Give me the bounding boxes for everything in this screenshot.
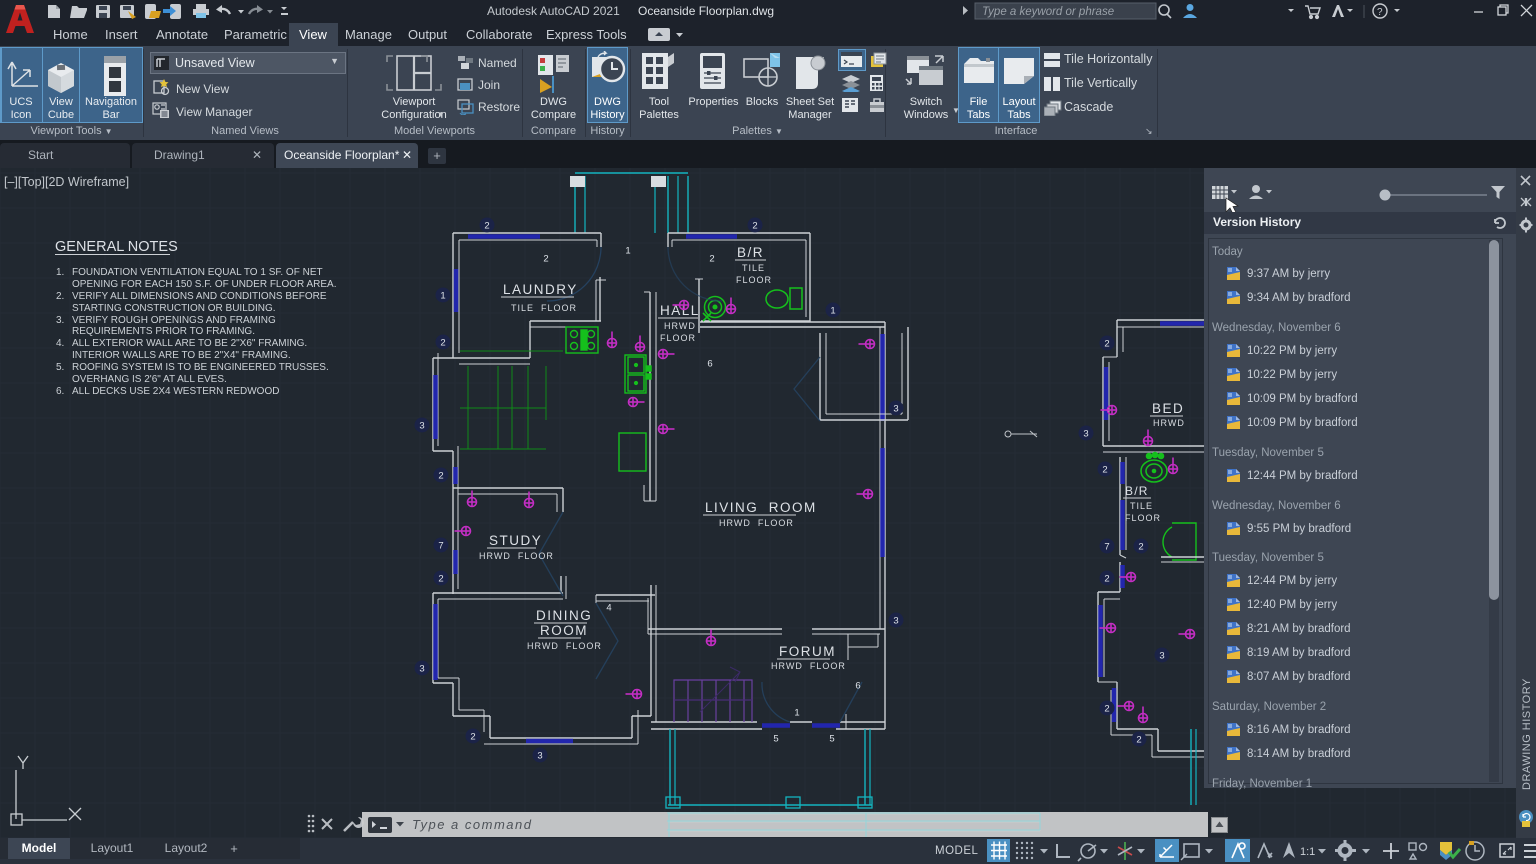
svg-text:FLOOR: FLOOR [660, 333, 696, 343]
svg-text:Autodesk AutoCAD 2021: Autodesk AutoCAD 2021 [487, 4, 620, 18]
svg-text:3: 3 [893, 616, 898, 627]
svg-text:3: 3 [1159, 651, 1164, 662]
svg-text:ROOM: ROOM [540, 623, 588, 638]
svg-text:ROOFING SYSTEM IS TO BE ENGINE: ROOFING SYSTEM IS TO BE ENGINEERED TRUSS… [72, 362, 329, 373]
svg-text:2: 2 [438, 574, 443, 585]
svg-text:3: 3 [419, 664, 424, 675]
svg-text:4.: 4. [56, 338, 64, 349]
svg-text:VERIFY ROUGH OPENINGS AND FRAM: VERIFY ROUGH OPENINGS AND FRAMING [72, 315, 276, 326]
svg-text:5: 5 [829, 734, 834, 745]
svg-text:VERIFY ALL DIMENSIONS AND COND: VERIFY ALL DIMENSIONS AND CONDITIONS BEF… [72, 291, 327, 302]
svg-text:TILE: TILE [1130, 501, 1153, 511]
svg-text:FLOOR: FLOOR [1125, 513, 1161, 523]
svg-text:2: 2 [440, 338, 445, 349]
svg-text:2: 2 [543, 254, 548, 265]
svg-text:6.: 6. [56, 386, 64, 397]
svg-text:1: 1 [830, 306, 835, 317]
svg-text:Type a keyword or phrase: Type a keyword or phrase [982, 6, 1114, 18]
svg-text:[–][Top][2D Wireframe]: [–][Top][2D Wireframe] [4, 175, 129, 189]
svg-text:5.: 5. [56, 362, 64, 373]
svg-text:DRAWING HISTORY: DRAWING HISTORY [1521, 678, 1533, 790]
svg-text:2: 2 [470, 732, 475, 743]
svg-text:HRWD: HRWD [664, 321, 696, 331]
svg-text:1:1: 1:1 [1300, 846, 1315, 858]
svg-text:FORUM: FORUM [779, 644, 836, 659]
svg-text:LIVING ROOM: LIVING ROOM [705, 500, 817, 515]
svg-text:4: 4 [606, 603, 611, 614]
svg-text:Type a command: Type a command [412, 817, 532, 832]
svg-text:STUDY: STUDY [489, 533, 542, 548]
svg-text:2: 2 [709, 254, 714, 265]
svg-text:GENERAL NOTES: GENERAL NOTES [55, 239, 178, 255]
svg-text:2: 2 [1136, 735, 1141, 746]
svg-text:HRWD FLOOR: HRWD FLOOR [479, 551, 554, 561]
svg-text:2: 2 [484, 221, 489, 232]
svg-text:ALL EXTERIOR WALL ARE TO BE 2": ALL EXTERIOR WALL ARE TO BE 2"X6" FRAMIN… [72, 338, 307, 349]
svg-text:HRWD FLOOR: HRWD FLOOR [719, 518, 794, 528]
svg-text:2: 2 [438, 471, 443, 482]
svg-text:TILE: TILE [742, 263, 765, 273]
svg-text:6: 6 [855, 681, 860, 692]
svg-text:7: 7 [1104, 542, 1109, 553]
svg-text:1: 1 [440, 291, 445, 302]
svg-text:HRWD FLOOR: HRWD FLOOR [771, 661, 846, 671]
svg-text:FOUNDATION VENTILATION EQUAL T: FOUNDATION VENTILATION EQUAL TO 1 SF. OF… [72, 267, 323, 278]
svg-text:1: 1 [794, 708, 799, 719]
svg-text:6: 6 [707, 359, 712, 370]
svg-text:2: 2 [1104, 704, 1109, 715]
svg-text:5: 5 [773, 734, 778, 745]
svg-text:STARTING CONSTRUCTION OR BUILD: STARTING CONSTRUCTION OR BUILDING. [72, 303, 276, 314]
svg-text:Oceanside Floorplan.dwg: Oceanside Floorplan.dwg [638, 4, 774, 18]
svg-text:3.: 3. [56, 315, 64, 326]
svg-text:2: 2 [1104, 574, 1109, 585]
svg-text:BED: BED [1152, 401, 1184, 416]
svg-text:2.: 2. [56, 291, 64, 302]
svg-text:TILE FLOOR: TILE FLOOR [511, 303, 577, 313]
svg-text:1: 1 [625, 246, 630, 257]
svg-text:3: 3 [893, 404, 898, 415]
svg-text:3: 3 [537, 751, 542, 762]
svg-text:LAUNDRY: LAUNDRY [503, 282, 578, 297]
svg-text:1.: 1. [56, 267, 64, 278]
svg-text:3: 3 [419, 421, 424, 432]
svg-text:FLOOR: FLOOR [736, 275, 772, 285]
svg-text:INTERIOR WALLS ARE TO BE 2"X4": INTERIOR WALLS ARE TO BE 2"X4" FRAMING. [72, 350, 291, 361]
svg-text:?: ? [1377, 7, 1383, 18]
svg-text:2: 2 [1104, 339, 1109, 350]
svg-text:2: 2 [1138, 542, 1143, 553]
svg-text:7: 7 [438, 541, 443, 552]
svg-text:3: 3 [1083, 429, 1088, 440]
svg-text:2: 2 [752, 221, 757, 232]
svg-text:OVERHANG IS 2'6" AT ALL EVES.: OVERHANG IS 2'6" AT ALL EVES. [72, 374, 227, 385]
svg-text:B/R: B/R [1125, 484, 1149, 498]
svg-text:HRWD FLOOR: HRWD FLOOR [527, 641, 602, 651]
svg-text:2: 2 [1102, 465, 1107, 476]
svg-text:B/R: B/R [737, 245, 764, 260]
svg-text:REQUIREMENTS PRIOR TO FRAMING.: REQUIREMENTS PRIOR TO FRAMING. [72, 326, 255, 337]
svg-text:OPENING FOR EACH 150 S.F. OF U: OPENING FOR EACH 150 S.F. OF UNDER FLOOR… [72, 279, 337, 290]
svg-text:DINING: DINING [536, 608, 592, 623]
svg-text:HRWD: HRWD [1153, 418, 1185, 428]
svg-text:ALL DECKS USE 2X4 WESTERN REDW: ALL DECKS USE 2X4 WESTERN REDWOOD [72, 386, 279, 397]
